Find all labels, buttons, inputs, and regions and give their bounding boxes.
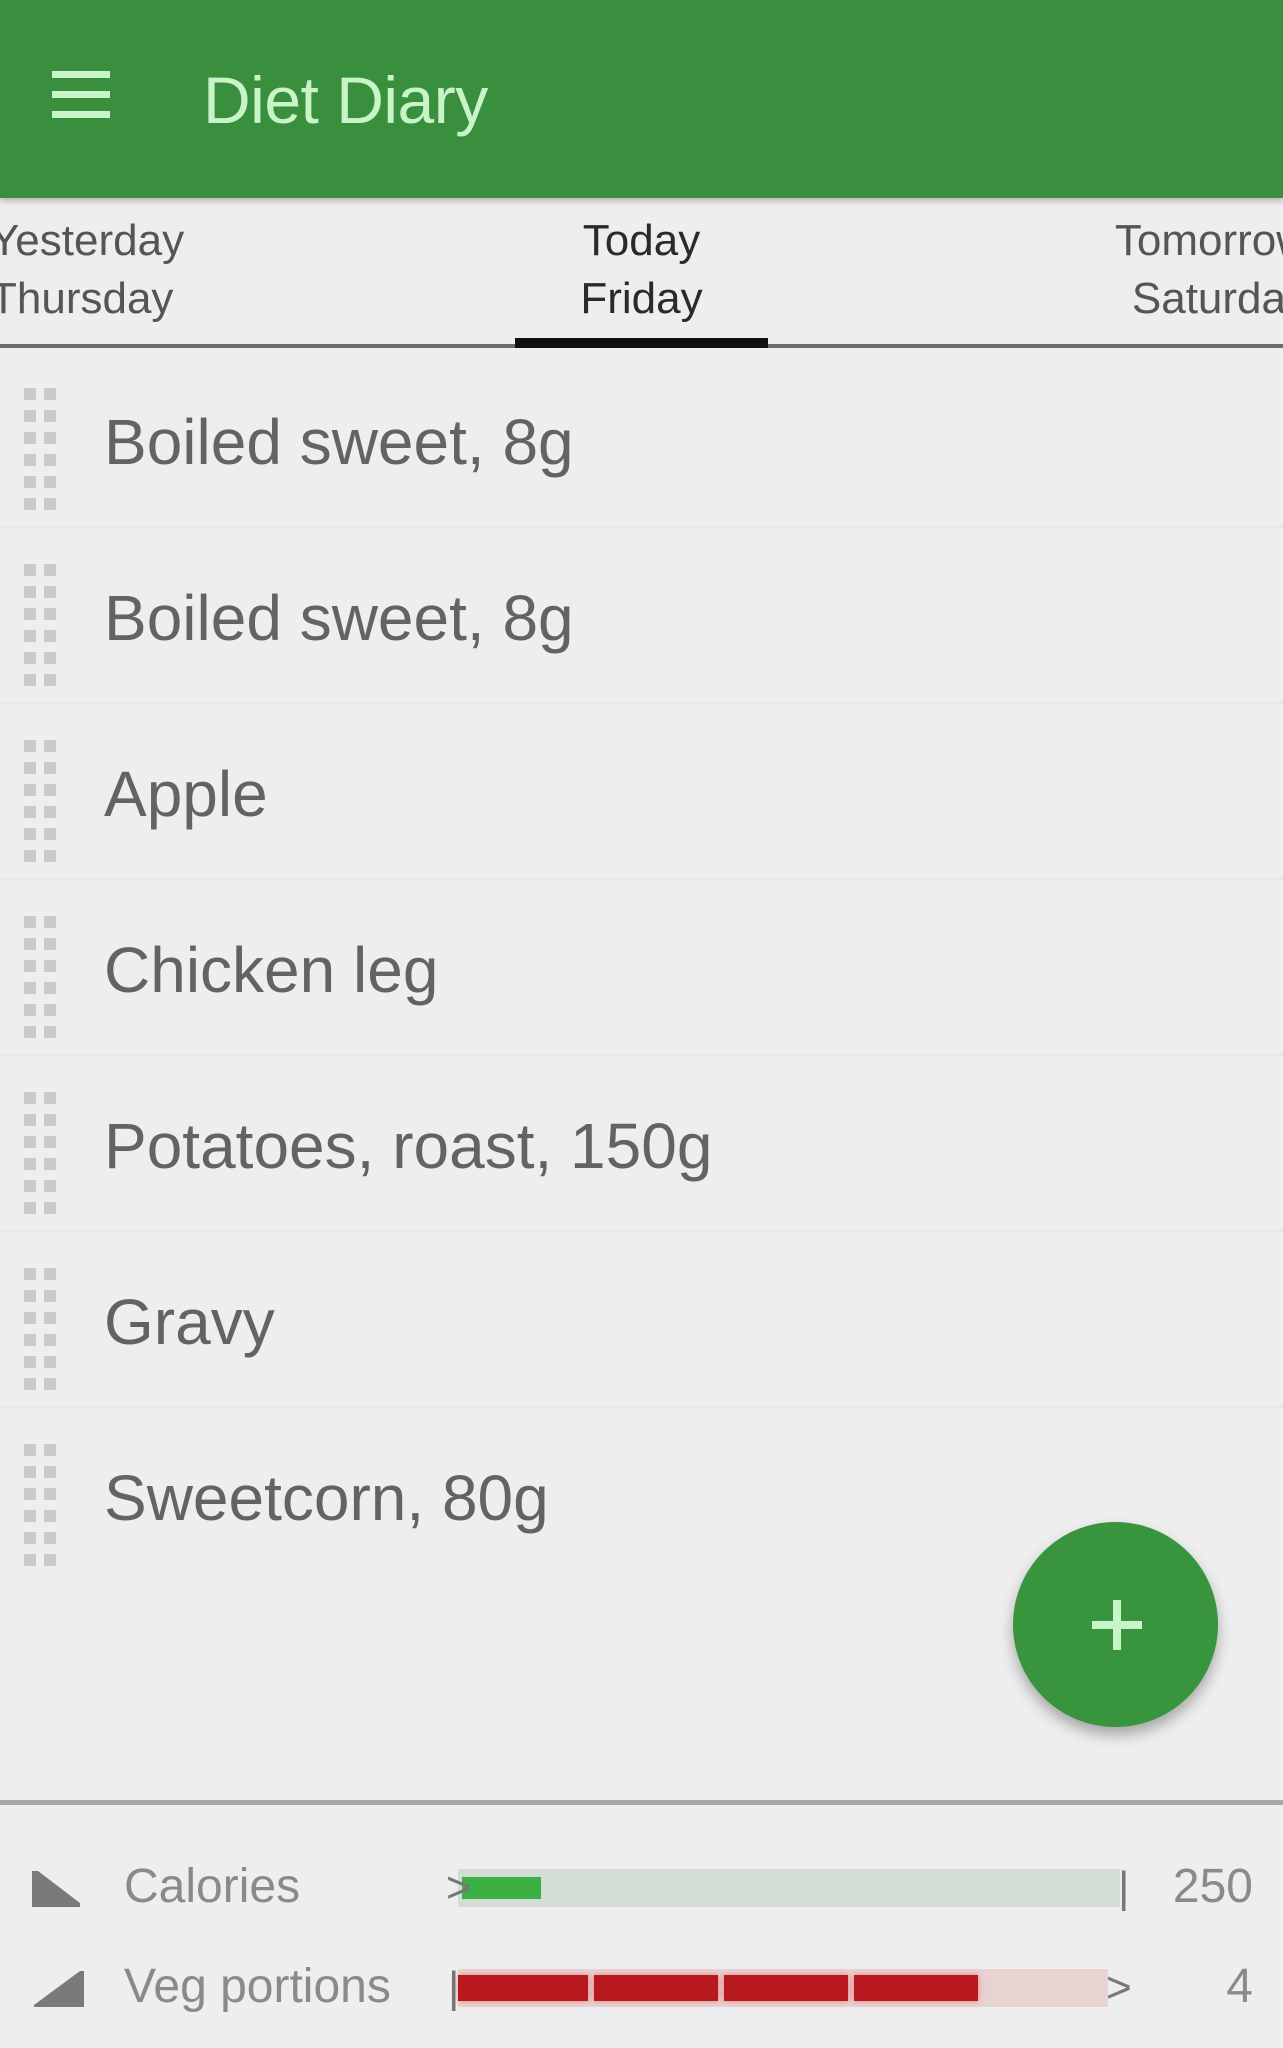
food-entry-list: Boiled sweet, 8g Boiled sweet, 8g Apple … <box>0 352 1283 1584</box>
list-item[interactable]: Chicken leg <box>0 880 1283 1056</box>
drag-handle-icon[interactable] <box>24 1092 64 1218</box>
drag-handle-icon[interactable] <box>24 564 64 690</box>
drag-handle-icon[interactable] <box>24 1444 64 1570</box>
tab-tomorrow-day: Saturday <box>1131 274 1283 323</box>
calories-end-cap: | <box>1118 1863 1130 1912</box>
food-entry-label: Boiled sweet, 8g <box>104 406 574 478</box>
add-entry-button[interactable] <box>1013 1522 1218 1727</box>
list-item[interactable]: Potatoes, roast, 150g <box>0 1056 1283 1232</box>
drag-handle-icon[interactable] <box>24 388 64 514</box>
calories-label: Calories <box>124 1860 301 1913</box>
tab-today-label: Today <box>582 216 701 265</box>
calories-progress-bar: > | <box>446 1866 1129 1910</box>
veg-portion-segment <box>854 1975 978 2001</box>
app-bar: Diet Diary <box>0 0 1283 198</box>
list-item[interactable]: Boiled sweet, 8g <box>0 528 1283 704</box>
active-tab-indicator <box>515 338 768 348</box>
trend-down-icon <box>32 1871 80 1907</box>
daily-summary: Calories > | 250 Veg portions | > 4 <box>0 1800 1283 2048</box>
day-tabs: Yesterday Thursday Today Friday Tomorrow… <box>0 198 1283 348</box>
list-item[interactable]: Gravy <box>0 1232 1283 1408</box>
tab-yesterday[interactable]: Yesterday Thursday <box>0 212 184 328</box>
drag-handle-icon[interactable] <box>24 740 64 866</box>
veg-portions-value: 4 <box>1226 1960 1253 2013</box>
veg-portion-segment <box>458 1975 588 2001</box>
food-entry-label: Potatoes, roast, 150g <box>104 1110 713 1182</box>
drag-handle-icon[interactable] <box>24 1268 64 1394</box>
trend-up-icon <box>34 1971 84 2007</box>
food-entry-label: Apple <box>104 758 268 830</box>
calories-start-cap: > <box>446 1863 472 1912</box>
calories-stat[interactable]: Calories > | 250 <box>0 1847 1283 1927</box>
food-entry-label: Chicken leg <box>104 934 439 1006</box>
calories-bar-fill <box>462 1877 541 1899</box>
calories-bar-track <box>458 1869 1120 1907</box>
veg-portions-stat[interactable]: Veg portions | > 4 <box>0 1947 1283 2027</box>
veg-portions-label: Veg portions <box>124 1960 391 2013</box>
veg-portions-progress-bar: | > <box>448 1966 1132 2010</box>
tab-yesterday-day: Thursday <box>0 274 174 323</box>
food-entry-label: Boiled sweet, 8g <box>104 582 574 654</box>
food-entry-label: Gravy <box>104 1286 275 1358</box>
app-title: Diet Diary <box>203 63 488 137</box>
veg-portion-segment <box>724 1975 848 2001</box>
drag-handle-icon[interactable] <box>24 916 64 1042</box>
list-item[interactable]: Boiled sweet, 8g <box>0 352 1283 528</box>
hamburger-menu-icon[interactable] <box>40 60 130 130</box>
food-entry-label: Sweetcorn, 80g <box>104 1462 549 1534</box>
veg-portion-segment <box>594 1975 718 2001</box>
tab-yesterday-label: Yesterday <box>0 216 185 265</box>
tab-today-day: Friday <box>580 274 703 323</box>
tab-today[interactable]: Today Friday <box>515 212 768 328</box>
veg-end-cap: > <box>1106 1963 1132 2012</box>
list-item[interactable]: Apple <box>0 704 1283 880</box>
tab-tomorrow-label: Tomorrow <box>1114 216 1283 265</box>
calories-value: 250 <box>1172 1860 1253 1913</box>
tab-tomorrow[interactable]: Tomorrow Saturday <box>1068 212 1283 328</box>
